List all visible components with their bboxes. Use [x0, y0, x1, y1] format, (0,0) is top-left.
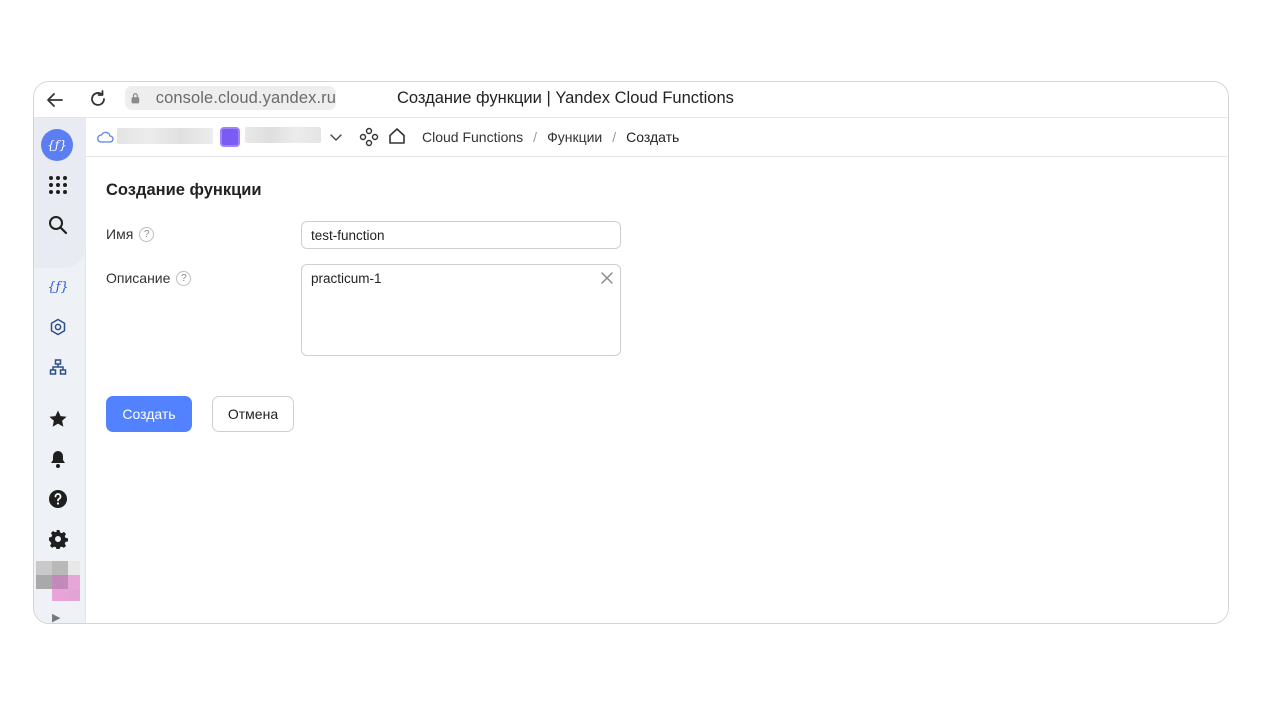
help-icon[interactable]: [46, 487, 70, 511]
address-bar[interactable]: console.cloud.yandex.ru: [125, 86, 336, 110]
breadcrumb-separator: /: [533, 129, 538, 145]
name-label-row: Имя ?: [106, 226, 155, 242]
service-logo[interactable]: {ƒ}: [41, 129, 73, 161]
apps-grid-icon[interactable]: [46, 173, 70, 197]
network-icon[interactable]: [46, 355, 70, 379]
search-icon[interactable]: [46, 213, 70, 237]
home-icon[interactable]: [387, 126, 407, 146]
expand-sidebar-icon[interactable]: ▶: [52, 611, 60, 623]
bell-icon[interactable]: [46, 447, 70, 471]
top-navigation: Cloud Functions / Функции / Создать: [86, 118, 1228, 157]
page-tab-title: Создание функции | Yandex Cloud Function…: [397, 89, 734, 107]
clear-icon[interactable]: [600, 271, 614, 285]
chevron-down-icon[interactable]: [329, 131, 343, 143]
browser-toolbar: console.cloud.yandex.ru Создание функции…: [34, 82, 1228, 118]
description-label: Описание: [106, 270, 171, 286]
resource-graph-icon[interactable]: [359, 127, 379, 147]
functions-icon[interactable]: {ƒ}: [46, 275, 70, 299]
description-textarea-value: practicum-1: [311, 271, 382, 286]
create-button[interactable]: Создать: [106, 396, 192, 432]
address-url: console.cloud.yandex.ru: [155, 88, 336, 107]
description-help-icon[interactable]: ?: [176, 270, 192, 286]
page-title: Создание функции: [106, 181, 262, 199]
description-label-row: Описание ?: [106, 270, 192, 286]
breadcrumb-separator: /: [612, 129, 617, 145]
reload-icon[interactable]: [87, 88, 109, 110]
breadcrumb-create: Создать: [626, 129, 680, 145]
breadcrumb-functions[interactable]: Функции: [547, 129, 602, 145]
star-icon[interactable]: [46, 407, 70, 431]
cancel-button[interactable]: Отмена: [212, 396, 294, 432]
browser-window: console.cloud.yandex.ru Создание функции…: [33, 81, 1229, 624]
cloud-icon[interactable]: [96, 130, 114, 144]
cloud-name-redacted[interactable]: [117, 128, 213, 144]
back-arrow-icon[interactable]: [44, 89, 66, 111]
sidebar: {ƒ} {ƒ} ▶: [34, 118, 86, 623]
main-content: Создание функции Имя ? test-function Опи…: [86, 157, 1228, 623]
name-label: Имя: [106, 226, 134, 242]
description-textarea[interactable]: practicum-1: [301, 264, 621, 356]
name-help-icon[interactable]: ?: [139, 226, 155, 242]
lock-icon: [131, 93, 140, 104]
settings-icon[interactable]: [46, 527, 70, 551]
avatar[interactable]: [36, 561, 80, 601]
breadcrumb-cloud-functions[interactable]: Cloud Functions: [422, 129, 523, 145]
service-gear-icon[interactable]: [46, 315, 70, 339]
name-input[interactable]: test-function: [301, 221, 621, 249]
folder-icon[interactable]: [220, 127, 240, 147]
name-input-value: test-function: [311, 228, 385, 243]
breadcrumb: Cloud Functions / Функции / Создать: [422, 129, 679, 145]
folder-name-redacted[interactable]: [245, 127, 321, 143]
